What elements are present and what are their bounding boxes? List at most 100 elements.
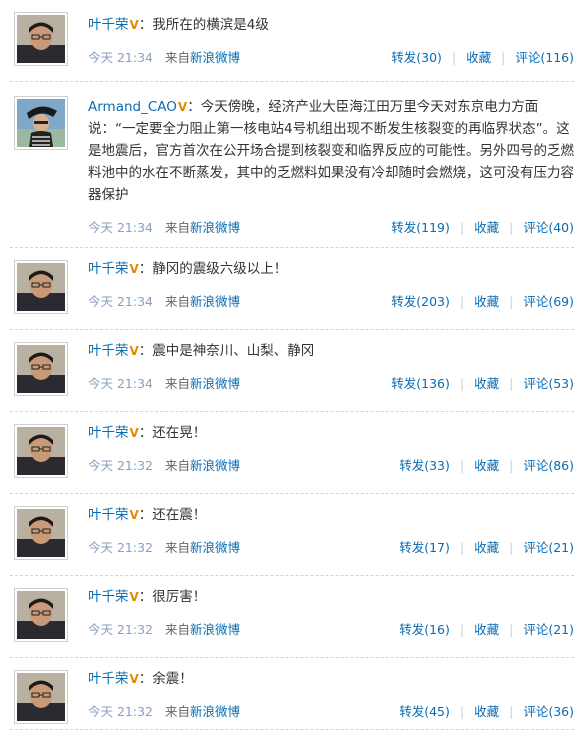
action-divider: |: [459, 458, 465, 473]
post-meta: 今天 21:34 来自新浪微博 转发(136) | 收藏 | 评论(53): [88, 373, 574, 391]
comment-button[interactable]: 评论(21): [523, 622, 574, 637]
post-time-link[interactable]: 今天 21:34: [88, 220, 153, 235]
post-meta: 今天 21:32 来自新浪微博 转发(17) | 收藏 | 评论(21): [88, 537, 574, 555]
post-source-link[interactable]: 新浪微博: [190, 704, 240, 719]
action-divider: |: [509, 294, 514, 309]
post-author-link[interactable]: 叶千荣: [88, 507, 129, 523]
repost-button[interactable]: 转发(33): [399, 458, 450, 473]
comment-button[interactable]: 评论(36): [523, 704, 574, 719]
man-glasses-avatar-icon: [17, 345, 65, 393]
feed-post: 叶千荣V：我所在的横滨是4级 今天 21:34 来自新浪微博 转发(30) | 收藏 |…: [0, 0, 588, 82]
favorite-button[interactable]: 收藏: [474, 220, 499, 235]
post-time-link[interactable]: 今天 21:32: [88, 704, 153, 719]
post-meta: 今天 21:32 来自新浪微博 转发(16) | 收藏 | 评论(21): [88, 619, 574, 637]
favorite-button[interactable]: 收藏: [474, 540, 499, 555]
post-actions: 转发(203) | 收藏 | 评论(69): [391, 291, 574, 310]
avatar[interactable]: [14, 506, 68, 560]
post-time-link[interactable]: 今天 21:32: [88, 458, 153, 473]
avatar[interactable]: [14, 96, 68, 150]
post-actions: 转发(119) | 收藏 | 评论(40): [391, 217, 574, 236]
post-source-link[interactable]: 新浪微博: [190, 50, 240, 65]
post-body: 叶千荣V：余震！: [88, 668, 574, 690]
comment-button[interactable]: 评论(53): [523, 376, 574, 391]
action-divider: |: [509, 622, 514, 637]
post-meta: 今天 21:34 来自新浪微博 转发(119) | 收藏 | 评论(40): [88, 217, 574, 235]
post-meta: 今天 21:32 来自新浪微博 转发(33) | 收藏 | 评论(86): [88, 455, 574, 473]
post-body: 叶千荣V：静冈的震级六级以上！: [88, 258, 574, 280]
from-label: 来自: [165, 458, 191, 473]
post-author-link[interactable]: 叶千荣: [88, 589, 129, 605]
post-source-link[interactable]: 新浪微博: [190, 220, 240, 235]
comment-button[interactable]: 评论(69): [523, 294, 574, 309]
avatar[interactable]: [14, 260, 68, 314]
post-body: 叶千荣V：很厉害！: [88, 586, 574, 608]
post-actions: 转发(17) | 收藏 | 评论(21): [399, 537, 574, 556]
favorite-button[interactable]: 收藏: [474, 376, 499, 391]
repost-button[interactable]: 转发(119): [391, 220, 450, 235]
post-author-link[interactable]: 叶千荣: [88, 343, 129, 359]
verified-badge-icon: V: [129, 590, 139, 604]
man-glasses-avatar-icon: [17, 673, 65, 721]
post-time-link[interactable]: 今天 21:32: [88, 540, 153, 555]
post-source-link[interactable]: 新浪微博: [190, 376, 240, 391]
author-colon: ：: [138, 425, 153, 441]
post-author-link[interactable]: 叶千荣: [88, 671, 129, 687]
weibo-feed: 叶千荣V：我所在的横滨是4级 今天 21:34 来自新浪微博 转发(30) | 收藏 |…: [0, 0, 588, 730]
post-body: Armand_CAOV：今天傍晚，经济产业大臣海江田万里今天对东京电力方面说：“…: [88, 96, 574, 206]
comment-button[interactable]: 评论(40): [523, 220, 574, 235]
post-source-link[interactable]: 新浪微博: [190, 540, 240, 555]
author-colon: ：: [138, 261, 153, 277]
post-actions: 转发(33) | 收藏 | 评论(86): [399, 455, 574, 474]
verified-badge-icon: V: [129, 672, 139, 686]
avatar[interactable]: [14, 670, 68, 724]
man-glasses-avatar-icon: [17, 591, 65, 639]
post-time-link[interactable]: 今天 21:34: [88, 376, 153, 391]
from-label: 来自: [165, 704, 191, 719]
feed-post: 叶千荣V：还在震！ 今天 21:32 来自新浪微博 转发(17) | 收藏 | 评论(21…: [0, 494, 588, 576]
avatar[interactable]: [14, 12, 68, 66]
feed-post: Armand_CAOV：今天傍晚，经济产业大臣海江田万里今天对东京电力方面说：“…: [0, 82, 588, 248]
favorite-button[interactable]: 收藏: [474, 458, 499, 473]
comment-button[interactable]: 评论(86): [523, 458, 574, 473]
post-author-link[interactable]: 叶千荣: [88, 261, 129, 277]
favorite-button[interactable]: 收藏: [474, 294, 499, 309]
comment-button[interactable]: 评论(116): [515, 50, 574, 65]
verified-badge-icon: V: [177, 100, 188, 114]
post-text: 余震！: [152, 671, 193, 687]
post-meta: 今天 21:34 来自新浪微博 转发(203) | 收藏 | 评论(69): [88, 291, 574, 309]
repost-button[interactable]: 转发(16): [399, 622, 450, 637]
action-divider: |: [509, 458, 514, 473]
verified-badge-icon: V: [129, 426, 139, 440]
avatar[interactable]: [14, 424, 68, 478]
avatar[interactable]: [14, 588, 68, 642]
action-divider: |: [459, 376, 465, 391]
repost-button[interactable]: 转发(30): [391, 50, 442, 65]
post-text: 震中是神奈川、山梨、静冈: [152, 343, 315, 359]
post-text: 静冈的震级六级以上！: [152, 261, 288, 277]
action-divider: |: [459, 294, 465, 309]
post-time-link[interactable]: 今天 21:34: [88, 294, 153, 309]
repost-button[interactable]: 转发(136): [391, 376, 450, 391]
post-author-link[interactable]: 叶千荣: [88, 17, 129, 33]
post-time-link[interactable]: 今天 21:34: [88, 50, 153, 65]
repost-button[interactable]: 转发(17): [399, 540, 450, 555]
post-author-link[interactable]: Armand_CAO: [88, 99, 177, 115]
favorite-button[interactable]: 收藏: [474, 622, 499, 637]
from-label: 来自: [165, 220, 191, 235]
author-colon: ：: [187, 99, 201, 115]
post-body: 叶千荣V：我所在的横滨是4级: [88, 14, 574, 36]
favorite-button[interactable]: 收藏: [466, 50, 491, 65]
man-glasses-avatar-icon: [17, 263, 65, 311]
avatar[interactable]: [14, 342, 68, 396]
man-hat-seaside-avatar-icon: [17, 99, 65, 147]
post-author-link[interactable]: 叶千荣: [88, 425, 129, 441]
repost-button[interactable]: 转发(203): [391, 294, 450, 309]
post-time-link[interactable]: 今天 21:32: [88, 622, 153, 637]
repost-button[interactable]: 转发(45): [399, 704, 450, 719]
post-source-link[interactable]: 新浪微博: [190, 458, 240, 473]
comment-button[interactable]: 评论(21): [523, 540, 574, 555]
feed-post: 叶千荣V：还在晃！ 今天 21:32 来自新浪微博 转发(33) | 收藏 | 评论(86…: [0, 412, 588, 494]
post-source-link[interactable]: 新浪微博: [190, 622, 240, 637]
post-source-link[interactable]: 新浪微博: [190, 294, 240, 309]
favorite-button[interactable]: 收藏: [474, 704, 499, 719]
